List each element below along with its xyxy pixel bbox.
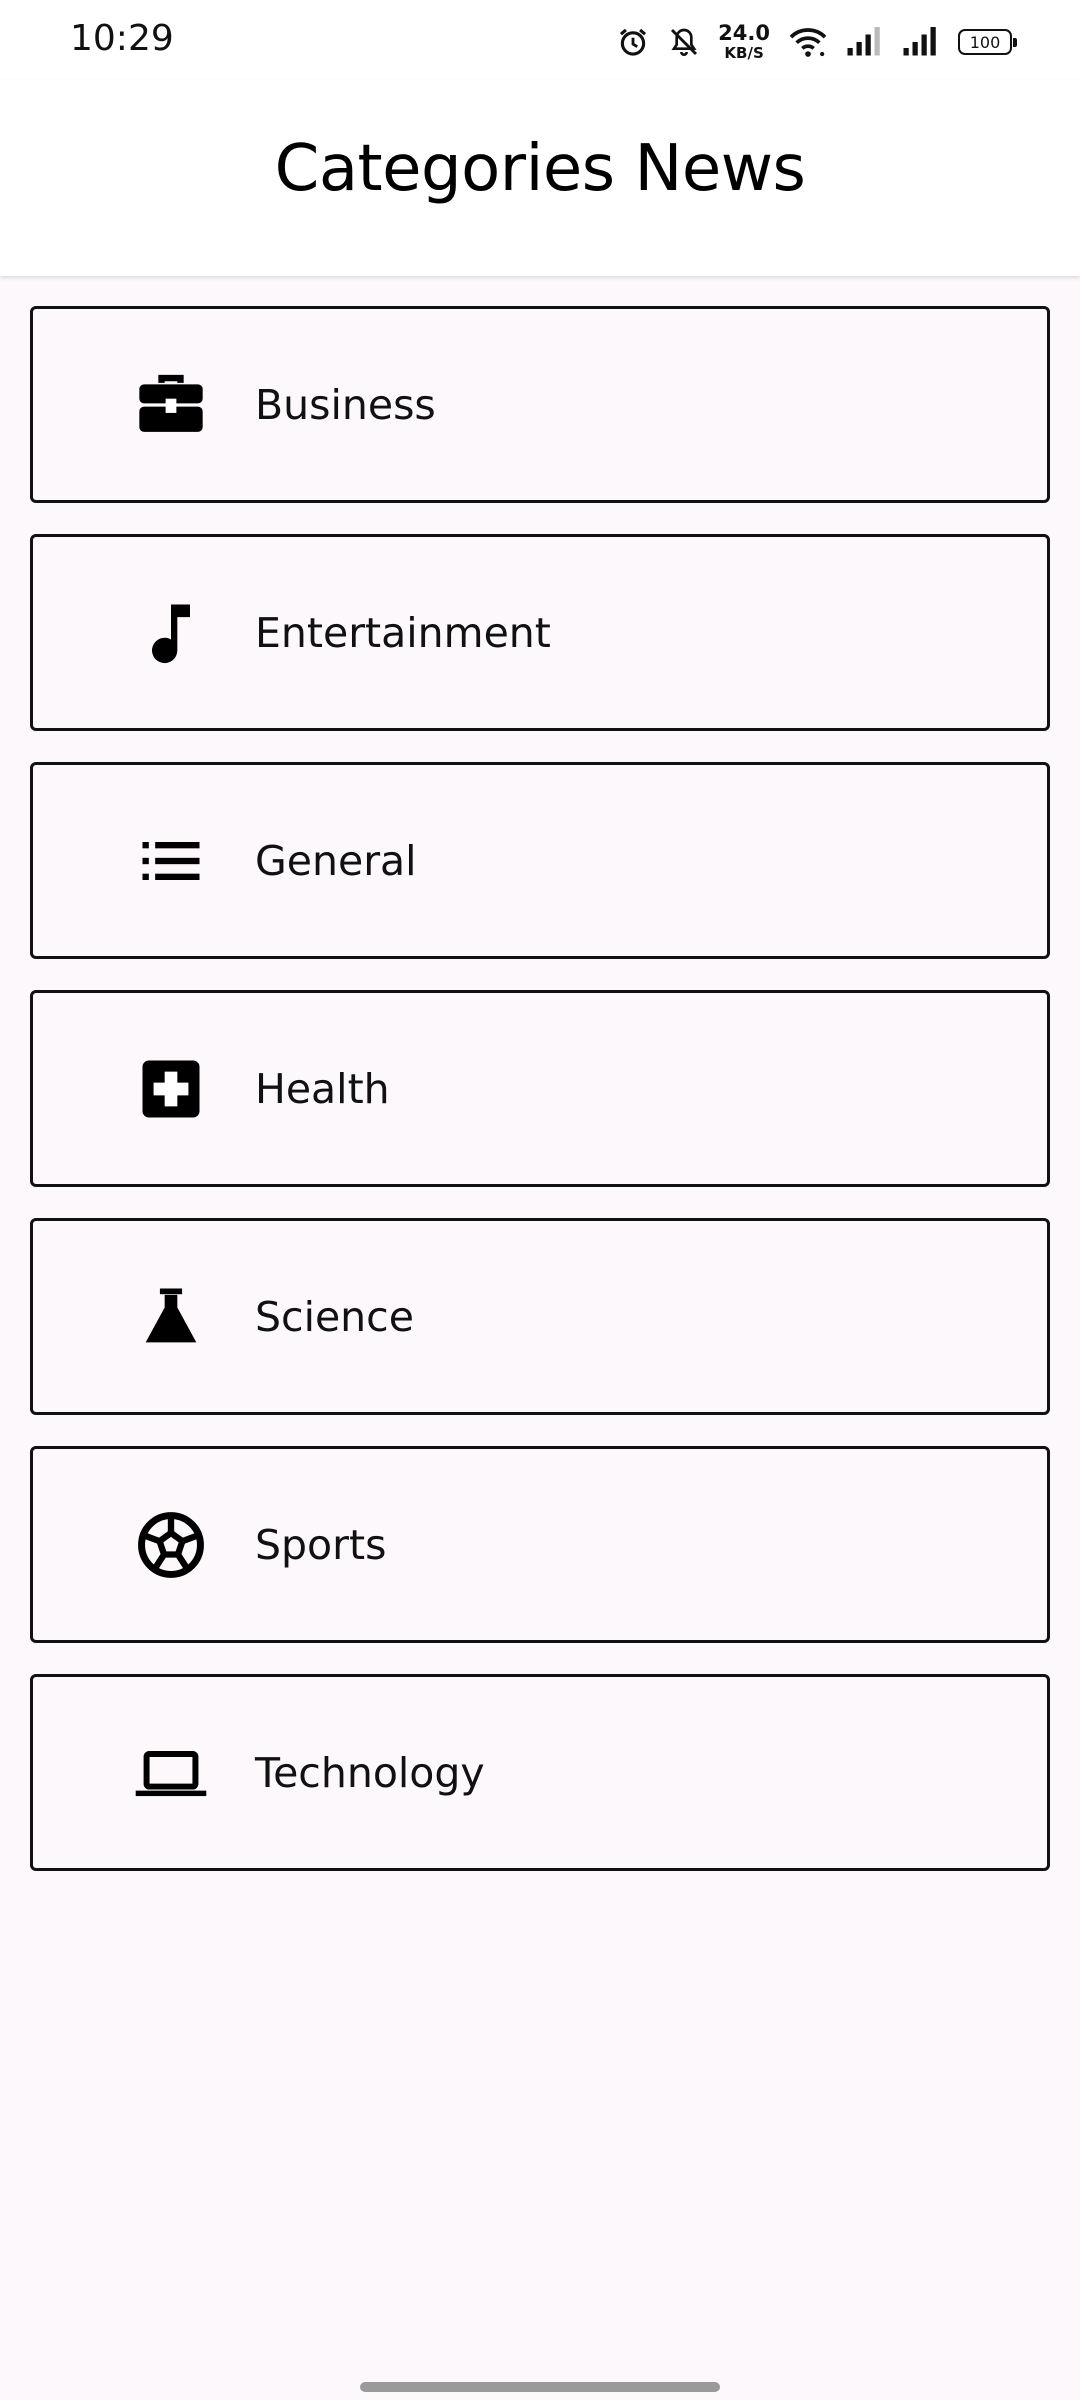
- flask-icon: [133, 1279, 209, 1355]
- category-card-general[interactable]: General: [30, 762, 1050, 959]
- battery-indicator: 100: [958, 29, 1017, 55]
- medical-kit-icon: [133, 1051, 209, 1127]
- wifi-icon: [788, 25, 828, 59]
- category-label: Science: [255, 1292, 414, 1341]
- category-card-science[interactable]: Science: [30, 1218, 1050, 1415]
- laptop-icon: [133, 1735, 209, 1811]
- network-speed-value: 24.0: [718, 21, 770, 45]
- status-bar: 10:29 24.0 KB/S 100: [0, 0, 1080, 80]
- status-icons: 24.0 KB/S 100: [616, 20, 1017, 64]
- category-list: Business Entertainment General Health Sc…: [30, 306, 1050, 1902]
- status-time: 10:29: [70, 18, 174, 59]
- signal-sim2-icon: [900, 27, 940, 57]
- category-label: Sports: [255, 1520, 387, 1569]
- network-speed: 24.0 KB/S: [718, 23, 770, 61]
- alarm-icon: [616, 25, 650, 59]
- category-card-sports[interactable]: Sports: [30, 1446, 1050, 1643]
- category-label: General: [255, 836, 417, 885]
- home-indicator[interactable]: [360, 2382, 720, 2392]
- app-bar: Categories News: [0, 80, 1080, 276]
- category-label: Health: [255, 1064, 390, 1113]
- signal-sim1-icon: [846, 27, 882, 57]
- category-card-business[interactable]: Business: [30, 306, 1050, 503]
- soccer-ball-icon: [133, 1507, 209, 1583]
- music-note-icon: [133, 595, 209, 671]
- category-card-entertainment[interactable]: Entertainment: [30, 534, 1050, 731]
- page-title: Categories News: [274, 132, 806, 206]
- bell-muted-icon: [668, 26, 700, 58]
- category-card-health[interactable]: Health: [30, 990, 1050, 1187]
- category-card-technology[interactable]: Technology: [30, 1674, 1050, 1871]
- briefcase-icon: [133, 367, 209, 443]
- category-label: Business: [255, 380, 436, 429]
- list-icon: [133, 823, 209, 899]
- network-speed-unit: KB/S: [724, 44, 764, 62]
- category-label: Entertainment: [255, 608, 551, 657]
- category-label: Technology: [255, 1748, 485, 1797]
